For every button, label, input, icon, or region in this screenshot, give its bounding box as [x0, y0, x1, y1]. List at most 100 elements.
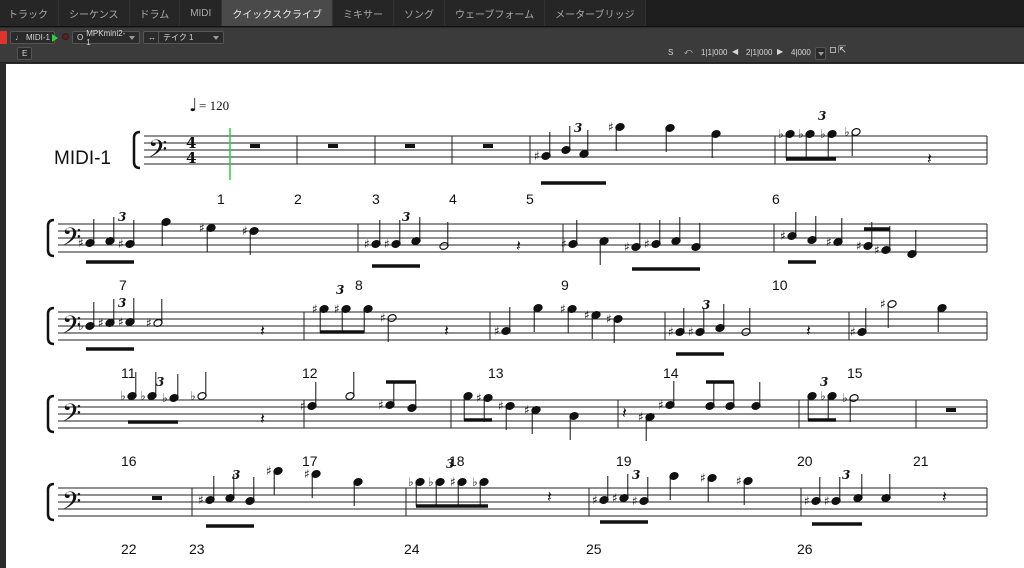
input-device-select[interactable]: O MPKmini2-1 — [72, 29, 140, 47]
left-arrow-icon[interactable]: ◀ — [732, 47, 738, 56]
tab-1[interactable]: シーケンス — [59, 0, 130, 26]
measure-number: 10 — [772, 277, 788, 293]
sharp-icon: ♯ — [668, 325, 674, 339]
record-arm-indicator[interactable] — [0, 31, 7, 44]
sharp-icon: ♯ — [612, 491, 618, 505]
flat-icon: ♭ — [162, 391, 168, 405]
tab-6[interactable]: ソング — [394, 0, 446, 26]
sharp-icon: ♯ — [638, 410, 644, 424]
checkbox-icon[interactable] — [830, 47, 836, 53]
length-dropdown[interactable] — [815, 47, 826, 60]
sharp-icon: ♯ — [334, 302, 340, 316]
measure-number: 19 — [616, 453, 632, 469]
sharp-icon: ♯ — [524, 403, 530, 417]
arrows-icon: ↔ — [148, 33, 156, 42]
sharp-icon: ♯ — [561, 237, 567, 251]
quarter-rest: 𝄽 — [927, 149, 932, 168]
sharp-icon: ♯ — [534, 149, 540, 163]
sharp-icon: ♯ — [826, 235, 832, 249]
tab-5[interactable]: ミキサー — [333, 0, 395, 26]
return-icon[interactable]: ⤺ — [684, 47, 693, 57]
tab-3[interactable]: MIDI — [180, 0, 223, 26]
sharp-icon: ♯ — [450, 475, 456, 489]
triplet-mark: 3 — [820, 375, 828, 389]
flat-icon: ♭ — [428, 475, 434, 489]
measure-number: 9 — [561, 277, 569, 293]
triplet-mark: 3 — [818, 109, 826, 123]
whole-rest — [946, 408, 956, 412]
tab-4[interactable]: クイックスクライブ — [222, 0, 334, 26]
play-icon[interactable] — [52, 34, 58, 42]
flat-icon: ♭ — [844, 125, 850, 139]
position-end[interactable]: 2|1|000 — [746, 48, 772, 57]
length-value[interactable]: 4|000 — [791, 48, 811, 57]
right-arrow-icon[interactable]: ▶ — [777, 47, 783, 56]
measure-number: 4 — [449, 191, 457, 207]
flat-icon: ♭ — [820, 127, 826, 141]
triplet-mark: 3 — [842, 468, 850, 482]
s-button[interactable]: S — [668, 48, 673, 57]
score-canvas[interactable]: 𝄢1 2 3 4 5 6𝄢7 8 9 10𝄢11 12 13 14 15𝄢16 17 18 19 20 21𝄢22… — [6, 64, 1024, 568]
whole-rest — [250, 144, 260, 148]
chevron-down-icon — [213, 35, 219, 40]
sharp-icon: ♯ — [560, 302, 566, 316]
flat-icon: ♭ — [190, 389, 196, 403]
e-button-label: E — [22, 49, 28, 58]
sharp-icon: ♯ — [118, 315, 124, 329]
take-select[interactable]: テイク 1 — [158, 31, 224, 44]
e-button[interactable]: E — [17, 47, 33, 60]
sharp-icon: ♯ — [498, 399, 504, 413]
measure-number: 2 — [294, 191, 302, 207]
triplet-mark: 3 — [702, 298, 710, 312]
measure-number: 24 — [404, 541, 420, 557]
tab-7[interactable]: ウェーブフォーム — [445, 0, 546, 26]
sharp-icon: ♯ — [658, 398, 664, 412]
quickscribe-toolbar: ♩ MIDI-1 O MPKmini2-1 ↔ テイク 1 E S ⤺ 1|1|… — [0, 28, 1024, 63]
score-view[interactable]: 𝄢 1 2 3 4 5 6 𝄢 7 8 9 10 𝄢 11 12 13 14 15 𝄢 16 17 18 19 20 21 𝄢 22… — [6, 64, 1024, 568]
tab-bar-spacer — [645, 0, 1024, 26]
sharp-icon: ♯ — [98, 316, 104, 330]
triplet-mark: 3 — [118, 296, 126, 310]
triplet-mark: 3 — [446, 457, 454, 471]
tab-8[interactable]: メーターブリッジ — [545, 0, 646, 26]
cursor-tool-icon[interactable]: ⇱ — [838, 45, 846, 56]
sharp-icon: ♯ — [624, 240, 630, 254]
staff-bracket — [46, 306, 55, 346]
track-name: MIDI-1 — [54, 148, 111, 169]
flat-icon: ♭ — [140, 389, 146, 403]
measure-number: 26 — [797, 541, 813, 557]
flat-icon: ♭ — [408, 475, 414, 489]
measure-number: 1 — [217, 191, 225, 207]
measure-number: 5 — [526, 191, 534, 207]
position-start[interactable]: 1|1|000 — [701, 48, 727, 57]
sharp-icon: ♯ — [856, 239, 862, 253]
tempo-marking: = 120 — [199, 98, 229, 113]
measure-number: 11 — [121, 365, 136, 381]
position-start-label: 1|1|000 — [701, 48, 728, 57]
sharp-icon: ♯ — [198, 493, 204, 507]
quarter-rest: 𝄽 — [516, 236, 521, 255]
sharp-icon: ♯ — [584, 308, 590, 322]
quarter-rest: 𝄽 — [806, 321, 811, 340]
tab-0[interactable]: トラック — [0, 0, 59, 26]
sharp-icon: ♯ — [592, 493, 598, 507]
time-signature-bottom: 4 — [186, 149, 196, 167]
triplet-mark: 3 — [336, 283, 344, 297]
sharp-icon: ♯ — [632, 494, 638, 508]
triplet-mark: 3 — [118, 210, 126, 224]
flat-icon: ♭ — [78, 319, 84, 333]
input-icon: O — [77, 33, 84, 42]
tab-2[interactable]: ドラム — [129, 0, 181, 26]
measure-number: 12 — [302, 365, 318, 381]
flat-icon: ♭ — [842, 391, 848, 405]
length-label: 4|000 — [791, 48, 811, 57]
track-select[interactable]: ♩ MIDI-1 — [10, 31, 55, 44]
position-end-label: 2|1|000 — [746, 48, 773, 57]
bass-clef-icon: 𝄢 — [62, 399, 81, 434]
whole-rest — [328, 144, 338, 148]
flat-icon: ♭ — [778, 127, 784, 141]
record-icon[interactable] — [62, 33, 69, 40]
sharp-icon: ♯ — [780, 229, 786, 243]
take-select-label: テイク 1 — [163, 33, 194, 42]
quarter-rest: 𝄽 — [547, 487, 552, 506]
